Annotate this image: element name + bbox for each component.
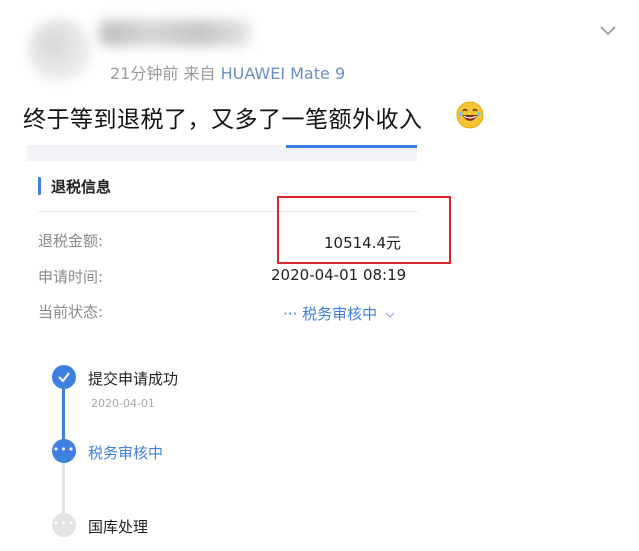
- section-header: 退税信息: [38, 176, 111, 196]
- post-source-prefix: 来自: [183, 64, 216, 83]
- section-title: 退税信息: [51, 177, 112, 196]
- current-status-dropdown[interactable]: ··· 税务审核中: [283, 303, 396, 324]
- post-title: 终于等到退税了，又多了一笔额外收入: [23, 107, 423, 133]
- apply-time-value: 2020-04-01 08:19: [271, 266, 407, 284]
- post-device[interactable]: HUAWEI Mate 9: [221, 64, 346, 83]
- grinning-face-icon: [456, 101, 484, 129]
- refund-amount-value: 10514.4元: [324, 234, 402, 252]
- ellipsis-icon: •••: [52, 516, 76, 530]
- progress-accent: [286, 145, 417, 148]
- timeline-step-active-marker: •••: [52, 439, 76, 463]
- current-status-label: 当前状态:: [38, 303, 104, 321]
- timeline-line-complete: [62, 385, 65, 447]
- apply-time-label: 申请时间:: [38, 268, 104, 286]
- author-avatar[interactable]: [28, 18, 92, 82]
- section-marker: [38, 177, 41, 195]
- post-time: 21分钟前: [110, 64, 179, 83]
- timeline-step-label: 税务审核中: [88, 444, 164, 462]
- chevron-down-icon: [385, 312, 395, 318]
- timeline-step-label: 提交申请成功: [88, 370, 179, 388]
- timeline-step-pending-marker: •••: [52, 513, 76, 537]
- refund-amount-label: 退税金额:: [38, 232, 104, 250]
- timeline-step-label: 国库处理: [88, 518, 149, 536]
- timeline-step-done-marker: [52, 365, 76, 389]
- status-dots: ···: [283, 305, 298, 323]
- amount-highlight-box: [277, 196, 451, 264]
- post-meta: 21分钟前 来自 HUAWEI Mate 9: [110, 60, 345, 84]
- ellipsis-icon: •••: [52, 442, 76, 456]
- chevron-down-icon[interactable]: [599, 22, 617, 40]
- checkmark-icon: [58, 372, 70, 383]
- timeline-line-pending: [62, 462, 65, 520]
- current-status-value: 税务审核中: [302, 305, 378, 323]
- author-name[interactable]: [100, 20, 250, 46]
- timeline-step-date: 2020-04-01: [91, 397, 155, 410]
